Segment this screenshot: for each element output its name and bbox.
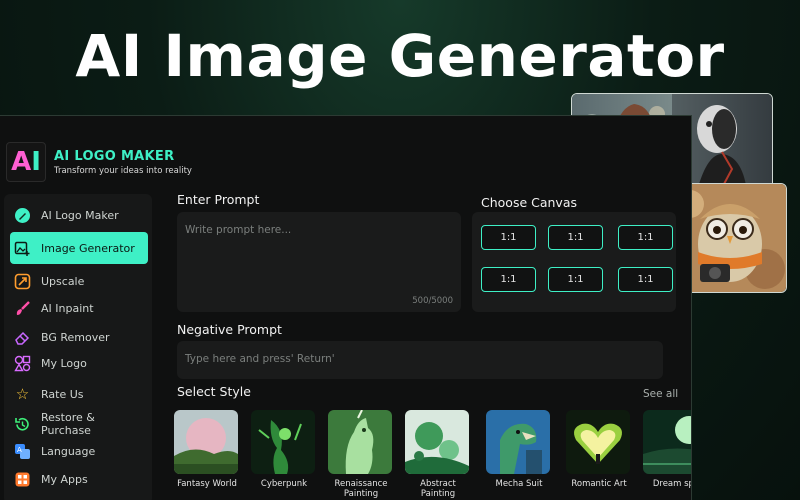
- translate-icon: A: [14, 443, 31, 460]
- sidebar-item-rate-us[interactable]: ☆ Rate Us: [10, 382, 148, 406]
- marketing-headline: AI Image Generator: [75, 22, 725, 90]
- sidebar-item-bg-remover[interactable]: BG Remover: [10, 325, 148, 349]
- style-name: Renaissance Painting: [334, 479, 388, 499]
- style-name: Mecha Suit: [495, 479, 543, 489]
- style-name: Romantic Art: [571, 479, 627, 489]
- sidebar-item-upscale[interactable]: Upscale: [10, 269, 148, 293]
- canvas-ratio-button[interactable]: 1:1: [618, 225, 673, 250]
- sidebar-item-ai-inpaint[interactable]: AI Inpaint: [10, 296, 148, 320]
- sidebar-item-label: Upscale: [41, 274, 85, 288]
- see-all-link[interactable]: See all: [643, 388, 678, 400]
- style-thumbnail: [174, 410, 238, 474]
- style-thumbnail: [405, 410, 469, 474]
- sidebar-item-restore-purchase[interactable]: Restore & Purchase: [10, 411, 148, 437]
- brush-icon: [14, 300, 31, 317]
- svg-text:A: A: [17, 446, 22, 454]
- sidebar-item-label: Rate Us: [41, 387, 84, 401]
- style-thumbnail: [486, 410, 550, 474]
- sidebar-item-label: Restore & Purchase: [41, 411, 95, 437]
- style-card-renaissance-painting[interactable]: Renaissance Painting: [328, 410, 394, 499]
- sidebar-item-label: My Logo: [41, 356, 87, 370]
- sidebar-item-label: AI Inpaint: [41, 301, 94, 315]
- pen-icon: [14, 207, 31, 224]
- shapes-icon: [14, 355, 31, 372]
- select-style-label: Select Style: [177, 384, 251, 399]
- sidebar-item-my-apps[interactable]: My Apps: [10, 467, 148, 491]
- sidebar-item-language[interactable]: A Language: [10, 439, 148, 463]
- sidebar-item-label: Image Generator: [41, 241, 135, 255]
- style-card-dream-space[interactable]: Dream spa: [643, 410, 691, 489]
- negative-prompt-label: Negative Prompt: [177, 322, 282, 337]
- upscale-icon: [14, 273, 31, 290]
- sidebar-item-label: My Apps: [41, 472, 88, 486]
- style-name: Abstract Painting: [420, 479, 456, 499]
- style-card-romantic-art[interactable]: Romantic Art: [566, 410, 632, 489]
- app-subtitle: Transform your ideas into reality: [54, 165, 192, 176]
- style-card-mecha-suit[interactable]: Mecha Suit: [486, 410, 552, 489]
- app-logo: AI: [6, 142, 46, 182]
- sidebar-item-ai-logo-maker[interactable]: AI Logo Maker: [10, 203, 148, 227]
- style-name: Cyberpunk: [260, 479, 308, 489]
- style-thumbnail: [328, 410, 392, 474]
- star-icon: ☆: [15, 385, 30, 403]
- canvas-label: Choose Canvas: [481, 195, 578, 210]
- sidebar-item-label: Language: [41, 444, 96, 458]
- prompt-input[interactable]: Write prompt here... 500/5000: [177, 212, 461, 312]
- canvas-ratio-button[interactable]: 1:1: [548, 267, 603, 292]
- style-thumbnail: [251, 410, 315, 474]
- sidebar: AI Logo Maker Image Generator Upscale AI…: [4, 194, 152, 500]
- style-card-abstract-painting[interactable]: Abstract Painting: [405, 410, 471, 499]
- canvas-ratio-button[interactable]: 1:1: [481, 225, 536, 250]
- canvas-ratio-button[interactable]: 1:1: [481, 267, 536, 292]
- canvas-ratio-button[interactable]: 1:1: [548, 225, 603, 250]
- app-window: AI AI LOGO MAKER Transform your ideas in…: [0, 115, 692, 500]
- prompt-label: Enter Prompt: [177, 192, 260, 207]
- style-thumbnail: [566, 410, 630, 474]
- restore-icon: [14, 416, 31, 433]
- prompt-char-counter: 500/5000: [412, 296, 453, 306]
- canvas-ratio-button[interactable]: 1:1: [618, 267, 673, 292]
- apps-grid-icon: [14, 471, 31, 488]
- sidebar-item-label: BG Remover: [41, 330, 110, 344]
- prompt-placeholder: Write prompt here...: [185, 224, 292, 236]
- brand-header: AI AI LOGO MAKER Transform your ideas in…: [6, 142, 192, 182]
- sidebar-item-my-logo[interactable]: My Logo: [10, 351, 148, 375]
- image-plus-icon: [14, 240, 31, 257]
- eraser-icon: [14, 329, 31, 346]
- canvas-panel: 1:1 1:1 1:1 1:1 1:1 1:1: [472, 212, 676, 312]
- sidebar-item-image-generator[interactable]: Image Generator: [10, 232, 148, 264]
- style-name: Dream spa: [652, 479, 691, 489]
- style-thumbnail: [643, 410, 691, 474]
- app-title: AI LOGO MAKER: [54, 148, 175, 164]
- style-name: Fantasy World: [177, 479, 237, 489]
- style-card-cyberpunk[interactable]: Cyberpunk: [251, 410, 317, 489]
- negative-prompt-input[interactable]: Type here and press' Return': [177, 341, 663, 379]
- style-card-fantasy-world[interactable]: Fantasy World: [174, 410, 240, 489]
- sidebar-item-label: AI Logo Maker: [41, 208, 119, 222]
- negative-prompt-placeholder: Type here and press' Return': [185, 353, 335, 365]
